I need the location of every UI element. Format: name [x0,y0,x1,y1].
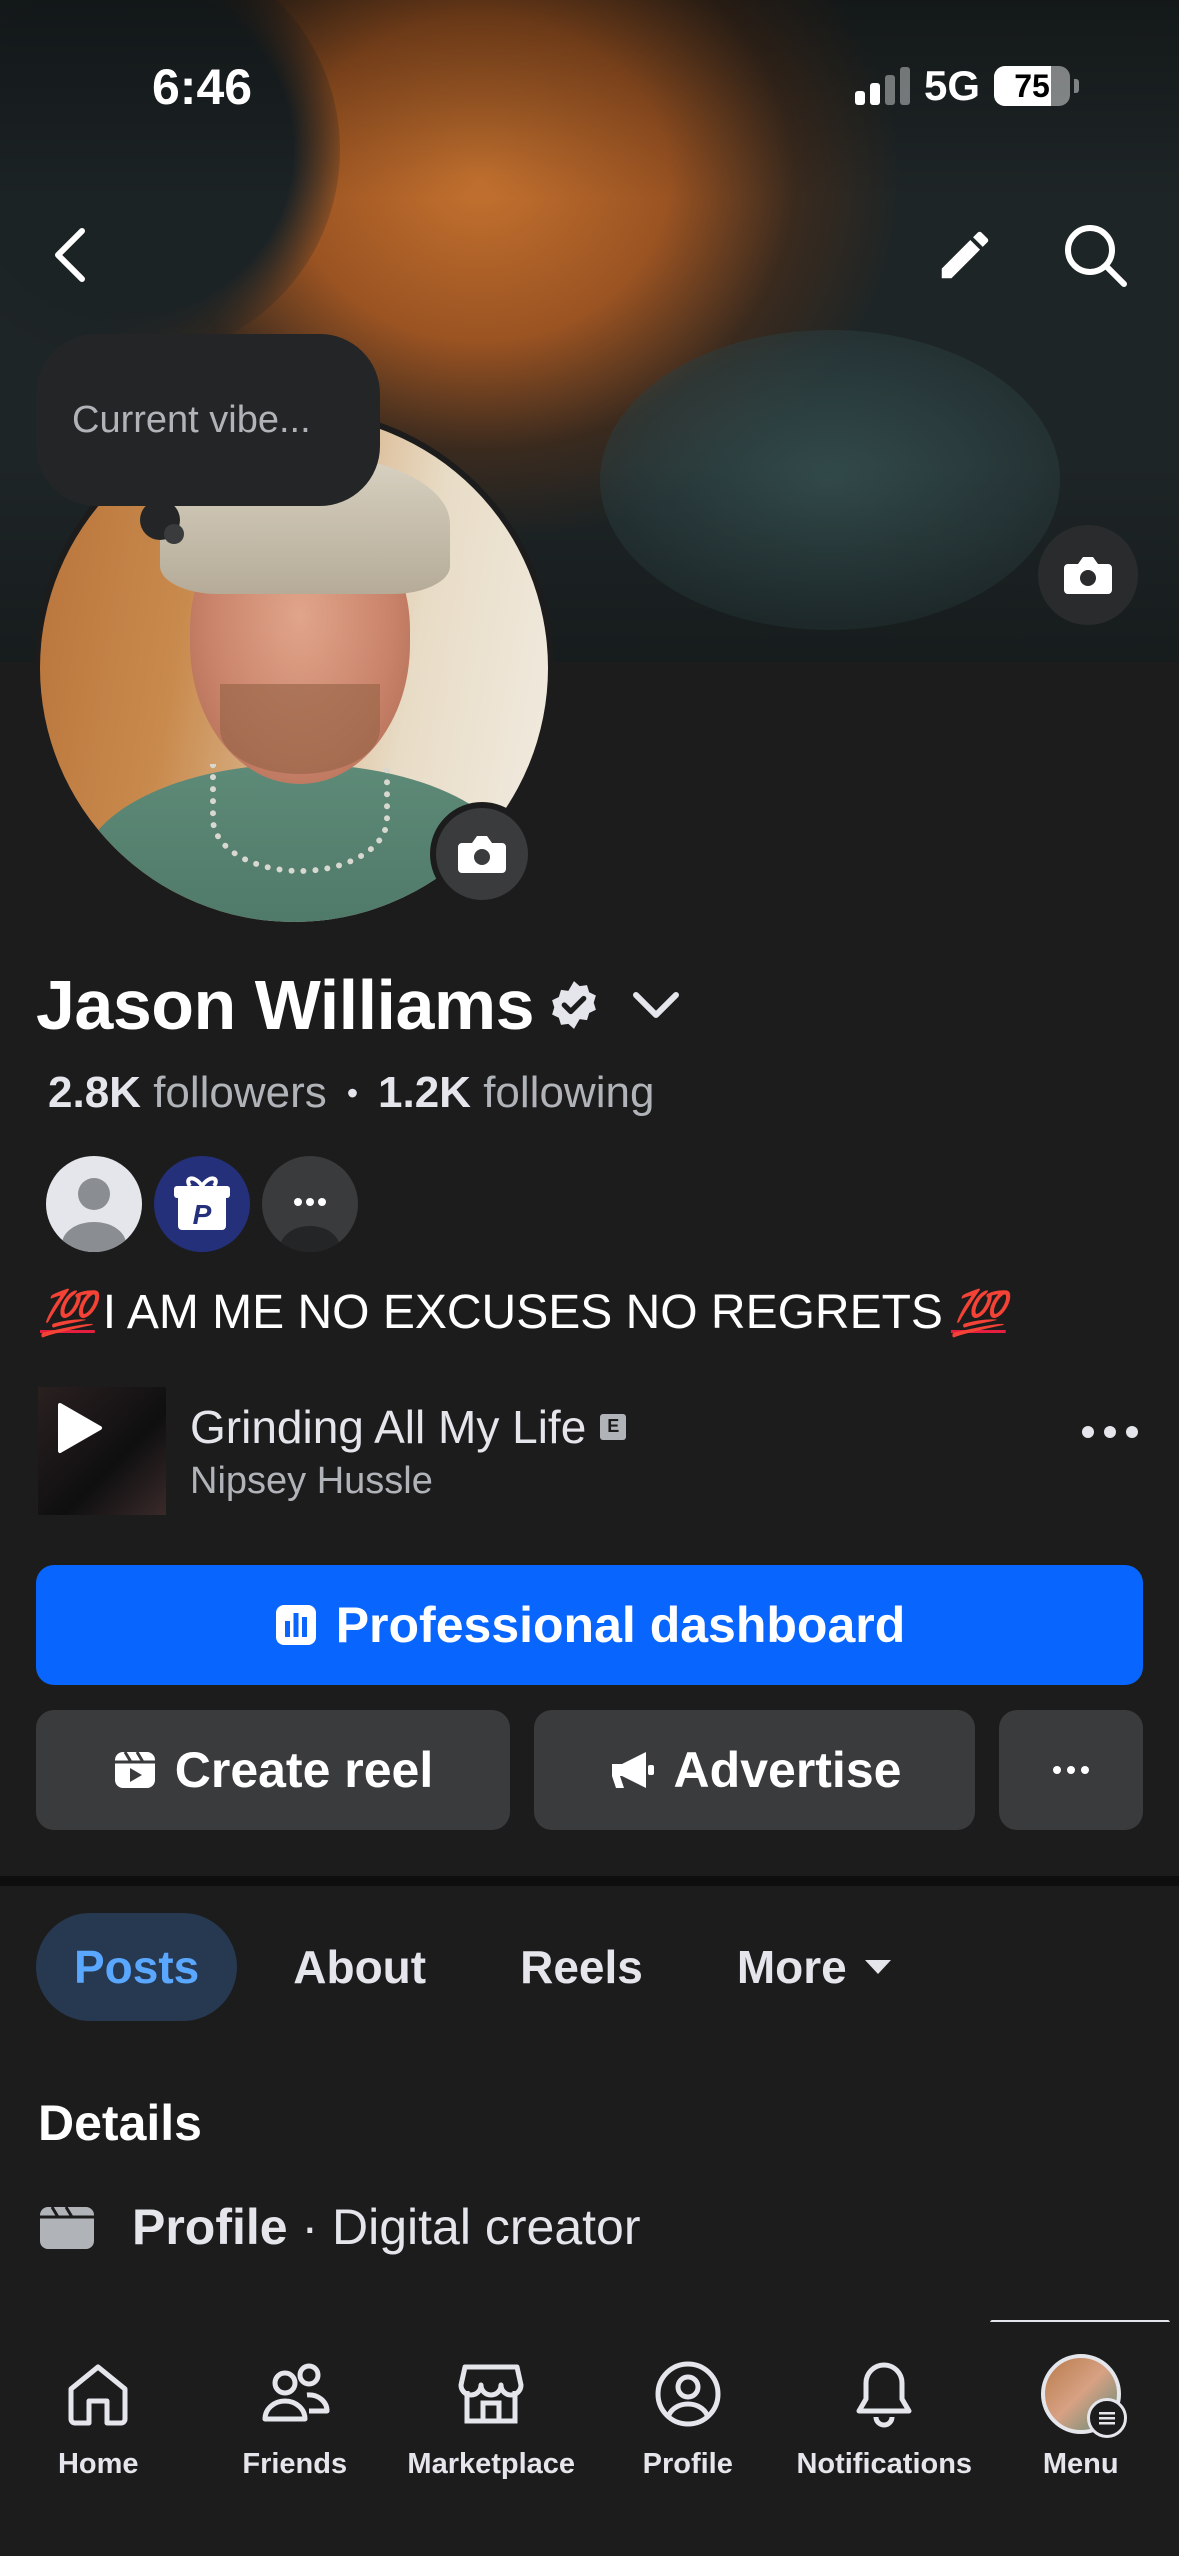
paypal-gift-avatar[interactable]: P [154,1156,250,1252]
person-icon [62,1178,126,1252]
paypal-gift-icon: P [174,1176,230,1230]
artist-name: Nipsey Hussle [190,1459,433,1502]
followers-link[interactable]: 2.8K followers [48,1068,327,1118]
camera-icon [458,836,506,873]
signal-icon [854,67,910,105]
song-row: Grinding All My Life E [190,1400,627,1454]
caret-down-icon [864,1960,891,1974]
battery-level: 75 [1014,68,1050,104]
detail-type: Profile [132,2199,288,2255]
profile-tabs: Posts About Reels More [36,1913,929,2021]
current-vibe-bubble[interactable]: Current vibe... [36,334,380,506]
advertise-button[interactable]: Advertise [534,1710,975,1830]
tab-about[interactable]: About [255,1913,464,2021]
advertise-label: Advertise [673,1742,902,1798]
detail-category: Digital creator [332,2199,641,2255]
profile-name-row[interactable]: Jason Williams [36,965,684,1045]
bell-icon [856,2362,912,2428]
clapperboard-icon [40,2206,94,2249]
create-reel-button[interactable]: Create reel [36,1710,510,1830]
play-icon [58,1403,102,1453]
nav-marketplace-label: Marketplace [407,2448,576,2480]
hundred-points-emoji: 💯 [950,1288,1006,1338]
pencil-icon [941,231,989,279]
nav-profile-label: Profile [642,2448,733,2480]
edit-profile-picture-button[interactable] [430,802,534,906]
nav-menu[interactable]: Menu [983,2322,1179,2556]
nav-menu-label: Menu [1042,2448,1119,2480]
status-time: 6:46 [152,59,253,115]
cover-shadow [0,0,340,360]
profile-icon [655,2361,721,2427]
verified-badge-icon [552,981,596,1029]
reel-icon [114,1751,155,1788]
album-art[interactable] [38,1387,166,1515]
detail-separator: · [287,2199,333,2255]
detail-profile-type: Profile · Digital creator [38,2198,640,2256]
megaphone-icon [611,1752,654,1788]
create-reel-label: Create reel [174,1742,434,1798]
profile-name: Jason Williams [36,966,535,1044]
profile-bio: 💯 I AM ME NO EXCUSES NO REGRETS 💯 [40,1285,1006,1340]
back-button[interactable] [40,215,100,295]
music-more-button[interactable] [1082,1426,1138,1438]
network-type: 5G [923,62,980,109]
more-horizontal-icon [1053,1766,1089,1774]
bottom-nav: Home Friends Marketplace Profile Notific… [0,2322,1179,2556]
followers-count: 2.8K [48,1068,141,1117]
status-bar-right: 5G 75 [854,62,1079,110]
more-actions-button[interactable] [999,1710,1143,1830]
bubble-tail-small [164,524,184,544]
tab-reels[interactable]: Reels [482,1913,681,2021]
song-title: Grinding All My Life [190,1400,587,1453]
linked-accounts: P [46,1156,358,1252]
nav-marketplace[interactable]: Marketplace [393,2322,590,2556]
music-info: Grinding All My Life E Nipsey Hussle [190,1400,627,1503]
dashboard-icon [275,1605,316,1645]
bio-text: I AM ME NO EXCUSES NO REGRETS [102,1286,943,1339]
follow-stats: 2.8K followers • 1.2K following [48,1068,654,1118]
nav-friends[interactable]: Friends [197,2322,394,2556]
menu-icon [1086,2398,1127,2438]
marketplace-icon [458,2364,524,2424]
nav-friends-label: Friends [242,2448,348,2480]
camera-icon [1064,557,1112,594]
home-icon [68,2364,128,2426]
chevron-left-icon [55,228,85,282]
battery-icon: 75 [994,66,1070,106]
tab-more[interactable]: More [699,1913,929,2021]
search-icon [1065,225,1127,287]
followers-label: followers [153,1068,327,1117]
nav-profile[interactable]: Profile [590,2322,787,2556]
search-button[interactable] [1055,215,1135,295]
more-accounts-avatar[interactable] [262,1156,358,1252]
nav-home-label: Home [57,2448,139,2480]
profile-music[interactable]: Grinding All My Life E Nipsey Hussle [38,1386,1148,1516]
nav-notifications-label: Notifications [796,2448,973,2480]
explicit-badge: E [600,1413,627,1440]
following-label: following [483,1068,655,1117]
menu-avatar [1040,2354,1127,2438]
tab-posts[interactable]: Posts [36,1913,238,2021]
professional-dashboard-button[interactable]: Professional dashboard [36,1565,1143,1685]
following-count: 1.2K [378,1068,471,1117]
nav-notifications[interactable]: Notifications [786,2322,983,2556]
default-avatar[interactable] [46,1156,142,1252]
section-divider [0,1876,1179,1886]
professional-dashboard-label: Professional dashboard [335,1597,906,1653]
chevron-down-icon[interactable] [628,985,684,1025]
following-link[interactable]: 1.2K following [378,1068,654,1118]
edit-cover-photo-button[interactable] [1038,525,1138,625]
separator-dot: • [346,1074,359,1111]
more-dots-icon [280,1198,340,1252]
details-heading: Details [38,2095,202,2151]
edit-button[interactable] [925,215,1005,295]
friends-icon [262,2363,330,2422]
svg-text:P: P [193,1199,212,1230]
nav-home[interactable]: Home [0,2322,197,2556]
tab-more-label: More [736,1941,847,1993]
cover-detail [600,330,1060,630]
hundred-points-emoji: 💯 [40,1288,95,1338]
